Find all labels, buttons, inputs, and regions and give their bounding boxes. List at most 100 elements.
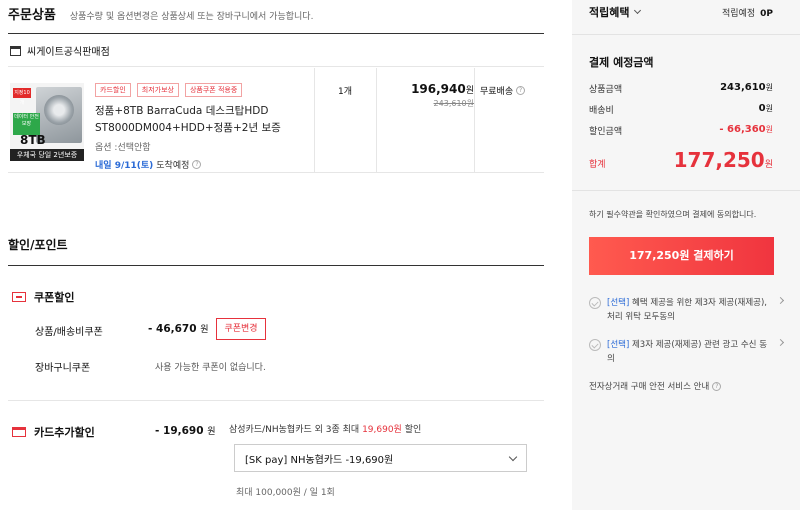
order-column: 주문상품 상품수량 및 옵션변경은 상품상세 또는 장바구니에서 가능합니다. …	[8, 0, 544, 510]
summary-row-shipping: 배송비 0원	[589, 103, 773, 116]
divider	[474, 68, 475, 172]
summary-panel: 적립혜택 적립예정 0P 결제 예정금액 상품금액 243,610원 배송비 0원…	[572, 0, 800, 510]
chevron-down-icon	[634, 6, 642, 15]
shipping-label: 무료배송	[480, 87, 514, 97]
card-desc-amount: 19,690원	[362, 425, 402, 435]
price-original: 243,610원	[433, 99, 474, 108]
image-red-tag: 지정10개	[13, 88, 31, 106]
summary-value: - 66,360	[719, 124, 766, 135]
order-header: 주문상품 상품수량 및 옵션변경은 상품상세 또는 장바구니에서 가능합니다.	[8, 4, 313, 23]
order-title: 주문상품	[8, 8, 56, 23]
coupon-title: 쿠폰할인	[34, 291, 75, 304]
card-select[interactable]: [SK pay] NH농협카드 -19,690원	[234, 444, 527, 472]
unit: 원	[200, 325, 209, 335]
help-icon[interactable]: ?	[192, 160, 202, 169]
check-icon[interactable]	[589, 297, 601, 309]
item-coupon-label: 상품/배송비쿠폰	[35, 327, 103, 338]
price-current: 196,940	[411, 82, 466, 96]
summary-label: 할인금액	[589, 127, 623, 137]
chevron-right-icon[interactable]	[776, 338, 785, 347]
card-description: 삼성카드/NH농협카드 외 3종 최대 19,690원 할인	[229, 422, 421, 435]
option-text: 혜택 제공을 위한 제3자 제공(재제공), 처리 위탁 모두동의	[607, 298, 768, 322]
item-coupon-amount: - 46,670	[148, 323, 197, 335]
image-green-tag: 데이터 안전보장	[13, 113, 40, 135]
store-icon	[10, 45, 21, 56]
consent-option-1[interactable]: [선택] 혜택 제공을 위한 제3자 제공(재제공), 처리 위탁 모두동의	[589, 296, 785, 324]
consent-option-2[interactable]: [선택] 제3자 제공(재제공) 관련 광고 수신 동의	[589, 338, 785, 366]
product-image[interactable]: 지정10개 데이터 안전보장 8TB 우체국 당일 2년보증	[10, 83, 84, 161]
badge: 상품쿠폰 적용중	[184, 83, 243, 97]
chevron-down-icon	[508, 452, 518, 461]
item-coupon-value: - 46,670 원	[148, 322, 208, 335]
image-strip: 우체국 당일 2년보증	[10, 149, 84, 161]
unit: 원	[765, 83, 773, 92]
pay-button[interactable]: 177,250원 결제하기	[589, 237, 774, 275]
summary-row-subtotal: 상품금액 243,610원	[589, 82, 773, 95]
card-amount: - 19,690	[155, 425, 204, 437]
checkout-page: 주문상품 상품수량 및 옵션변경은 상품상세 또는 장바구니에서 가능합니다. …	[0, 0, 800, 510]
divider	[572, 34, 800, 35]
coupon-header: 쿠폰할인	[12, 289, 74, 305]
points-row: 적립혜택 적립예정 0P	[589, 4, 773, 20]
points-value: 0P	[760, 8, 773, 19]
card-title: 카드추가할인	[34, 426, 95, 439]
divider	[8, 265, 544, 266]
shipping-info: 무료배송 ?	[480, 84, 526, 97]
unit: 원	[765, 104, 773, 113]
card-header: 카드추가할인	[12, 424, 95, 440]
product-price: 196,940원 243,610원	[370, 82, 474, 109]
total-row: 합계 177,250원	[589, 148, 773, 172]
card-select-value: [SK pay] NH농협카드 -19,690원	[245, 454, 394, 466]
store-name: 씨게이트공식판매점	[27, 47, 110, 58]
badge: 최저가보상	[136, 83, 179, 97]
points-title: 적립혜택	[589, 6, 630, 19]
card-icon	[12, 427, 26, 437]
divider	[8, 400, 544, 401]
divider	[572, 190, 800, 191]
product-name[interactable]: 정품+8TB BarraCuda 데스크탑HDD ST8000DM004+HDD…	[95, 103, 315, 137]
badge: 카드할인	[95, 83, 131, 97]
card-discount-value: - 19,690 원	[155, 424, 215, 437]
option-text: 제3자 제공(재제공) 관련 광고 수신 동의	[607, 340, 768, 364]
unit: 원	[764, 160, 773, 170]
points-label: 적립예정	[722, 8, 756, 19]
card-limit: 최대 100,000원 / 일 1회	[236, 488, 335, 498]
total-label: 합계	[589, 160, 606, 170]
card-desc-prefix: 삼성카드/NH농협카드 외 3종 최대	[229, 425, 363, 435]
check-icon[interactable]	[589, 339, 601, 351]
hdd-disk	[44, 95, 74, 125]
product-row: 지정10개 데이터 안전보장 8TB 우체국 당일 2년보증 카드할인 최저가보…	[8, 68, 544, 172]
safe-service-link[interactable]: 전자상거래 구매 안전 서비스 안내 ?	[589, 380, 773, 392]
card-desc-suffix: 할인	[401, 425, 422, 435]
agree-text: 하기 필수약관을 확인하였으며 결제에 동의합니다.	[589, 210, 757, 219]
summary-value: 243,610	[720, 82, 766, 93]
price-unit: 원	[465, 86, 474, 96]
summary-value: 0	[758, 103, 766, 114]
divider	[8, 33, 544, 34]
unit: 원	[765, 125, 773, 134]
points-toggle[interactable]: 적립혜택	[589, 4, 642, 20]
summary-row-discount: 할인금액 - 66,360원	[589, 124, 773, 137]
chevron-right-icon[interactable]	[776, 296, 785, 305]
divider	[8, 66, 544, 67]
safe-service-label: 전자상거래 구매 안전 서비스 안내	[589, 382, 710, 392]
option-tag: [선택]	[607, 340, 630, 350]
store-row[interactable]: 씨게이트공식판매점	[10, 43, 110, 58]
option-tag: [선택]	[607, 298, 630, 308]
help-icon[interactable]: ?	[516, 86, 526, 95]
coupon-icon	[12, 292, 26, 302]
summary-label: 배송비	[589, 106, 614, 116]
divider	[8, 172, 544, 173]
help-icon[interactable]: ?	[712, 381, 722, 391]
summary-label: 상품금액	[589, 85, 623, 95]
image-size: 8TB	[20, 133, 46, 147]
discount-title: 할인/포인트	[8, 238, 68, 252]
total-amount: 177,250	[673, 148, 765, 172]
summary-title: 결제 예정금액	[589, 56, 654, 69]
total-value: 177,250원	[674, 148, 773, 172]
cart-coupon-label: 장바구니쿠폰	[35, 363, 91, 374]
cart-coupon-message: 사용 가능한 쿠폰이 없습니다.	[155, 363, 266, 373]
coupon-change-button[interactable]: 쿠폰변경	[216, 318, 266, 340]
product-qty: 1개	[337, 87, 352, 97]
product-badges: 카드할인 최저가보상 상품쿠폰 적용중	[95, 83, 243, 97]
